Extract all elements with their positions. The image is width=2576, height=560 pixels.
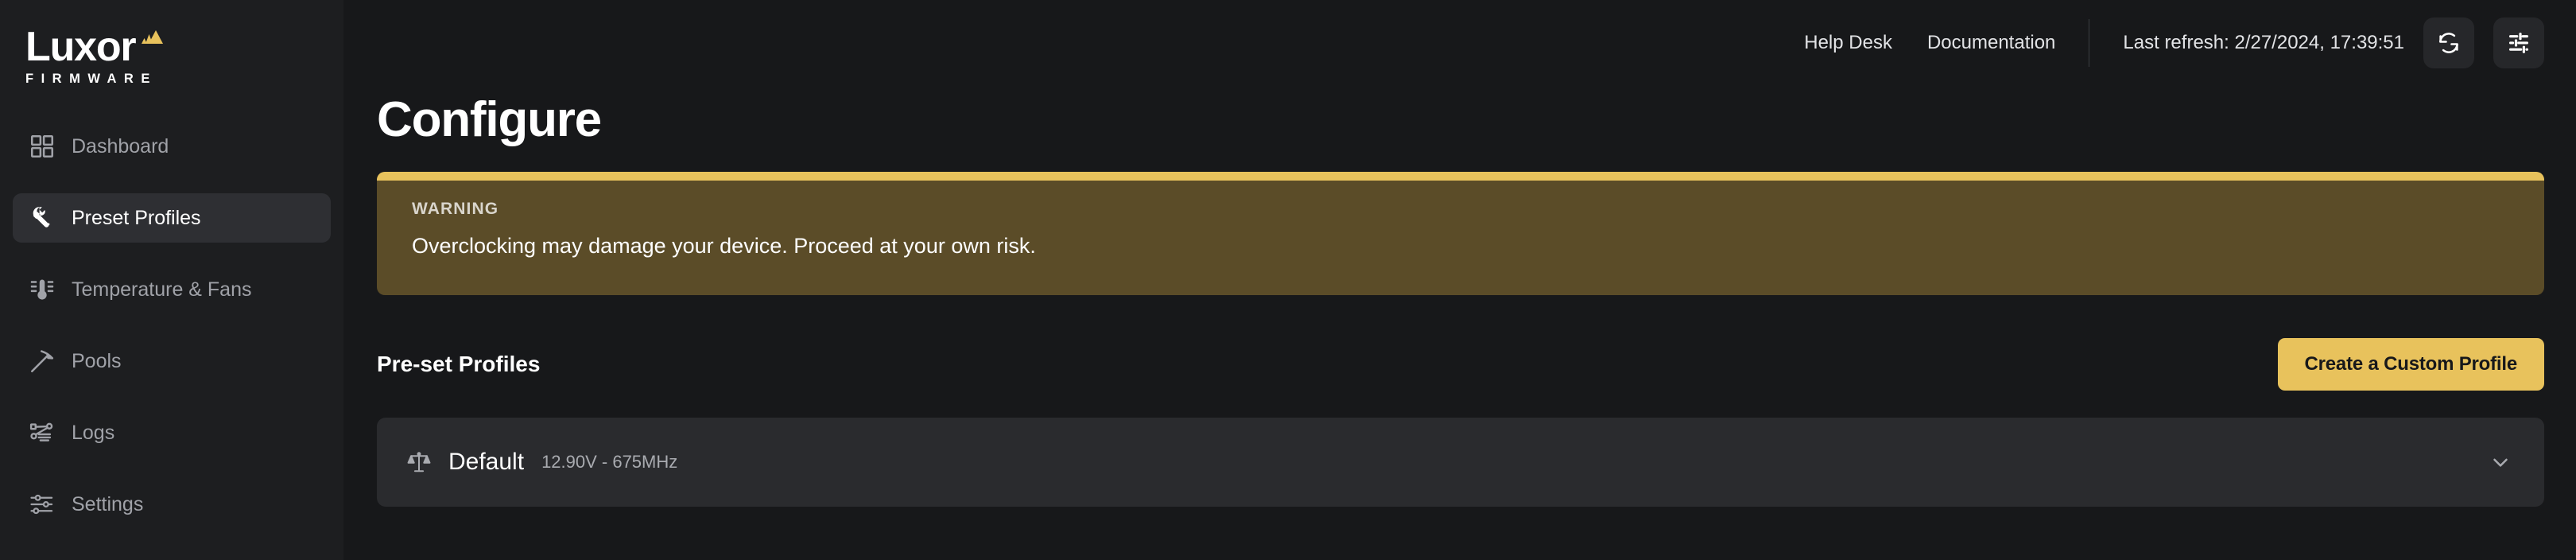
sidebar-item-label: Pools	[72, 349, 122, 372]
sidebar-item-label: Temperature & Fans	[72, 278, 252, 301]
sidebar-item-temperature-and-fans[interactable]: Temperature & Fans	[13, 265, 331, 314]
page-title: Configure	[377, 92, 602, 147]
scales-icon	[405, 449, 433, 476]
network-icon	[29, 419, 56, 446]
sidebar-item-logs[interactable]: Logs	[13, 408, 331, 457]
profile-row-default[interactable]: Default 12.90V - 675MHz	[377, 418, 2544, 507]
thermometer-icon	[29, 276, 56, 303]
brand-subtitle: FIRMWARE	[25, 71, 157, 86]
brand-logo[interactable]: Luxor FIRMWARE	[0, 22, 343, 117]
profile-name: Default	[448, 449, 525, 475]
documentation-link[interactable]: Documentation	[1927, 33, 2055, 52]
refresh-button[interactable]	[2423, 18, 2474, 68]
sliders-adjust-icon	[2506, 30, 2531, 56]
sidebar-item-label: Settings	[72, 492, 144, 515]
refresh-icon	[2436, 30, 2462, 56]
warning-message: Overclocking may damage your device. Pro…	[412, 234, 1036, 258]
pyramid-icon	[140, 29, 164, 53]
sidebar-item-label: Preset Profiles	[72, 206, 201, 229]
sidebar-item-preset-profiles[interactable]: Preset Profiles	[13, 193, 331, 243]
topbar: Help Desk Documentation Last refresh: 2/…	[343, 0, 2576, 86]
profile-spec: 12.90V - 675MHz	[541, 452, 678, 472]
logo-row: Luxor	[25, 24, 343, 70]
profiles-section-header: Pre-set Profiles Create a Custom Profile	[377, 338, 2544, 391]
settings-adjust-button[interactable]	[2493, 18, 2544, 68]
warning-banner: WARNING Overclocking may damage your dev…	[377, 172, 2544, 295]
section-title: Pre-set Profiles	[377, 352, 541, 376]
sidebar-item-settings[interactable]: Settings	[13, 480, 331, 529]
pickaxe-icon	[29, 348, 56, 375]
chevron-down-icon[interactable]	[2487, 449, 2514, 476]
sliders-icon	[29, 491, 56, 518]
sidebar-nav: Dashboard Preset Profiles Temperature & …	[0, 122, 343, 529]
sidebar: Luxor FIRMWARE Dashboard Preset Profiles…	[0, 0, 343, 560]
warning-label: WARNING	[412, 200, 499, 218]
create-custom-profile-button[interactable]: Create a Custom Profile	[2277, 338, 2544, 391]
grid-icon	[29, 133, 56, 160]
sidebar-item-pools[interactable]: Pools	[13, 336, 331, 386]
sidebar-item-dashboard[interactable]: Dashboard	[13, 122, 331, 171]
brand-name: Luxor	[25, 24, 137, 70]
help-desk-link[interactable]: Help Desk	[1804, 33, 1892, 52]
sidebar-item-label: Logs	[72, 421, 115, 444]
last-refresh-text: Last refresh: 2/27/2024, 17:39:51	[2123, 32, 2404, 53]
profile-list: Default 12.90V - 675MHz	[377, 418, 2544, 507]
page-body: Configure WARNING Overclocking may damag…	[343, 95, 2576, 507]
sidebar-item-label: Dashboard	[72, 134, 169, 158]
wrench-icon	[29, 204, 56, 231]
app-root: Luxor FIRMWARE Dashboard Preset Profiles…	[0, 0, 2576, 560]
main-content: Help Desk Documentation Last refresh: 2/…	[343, 0, 2576, 560]
